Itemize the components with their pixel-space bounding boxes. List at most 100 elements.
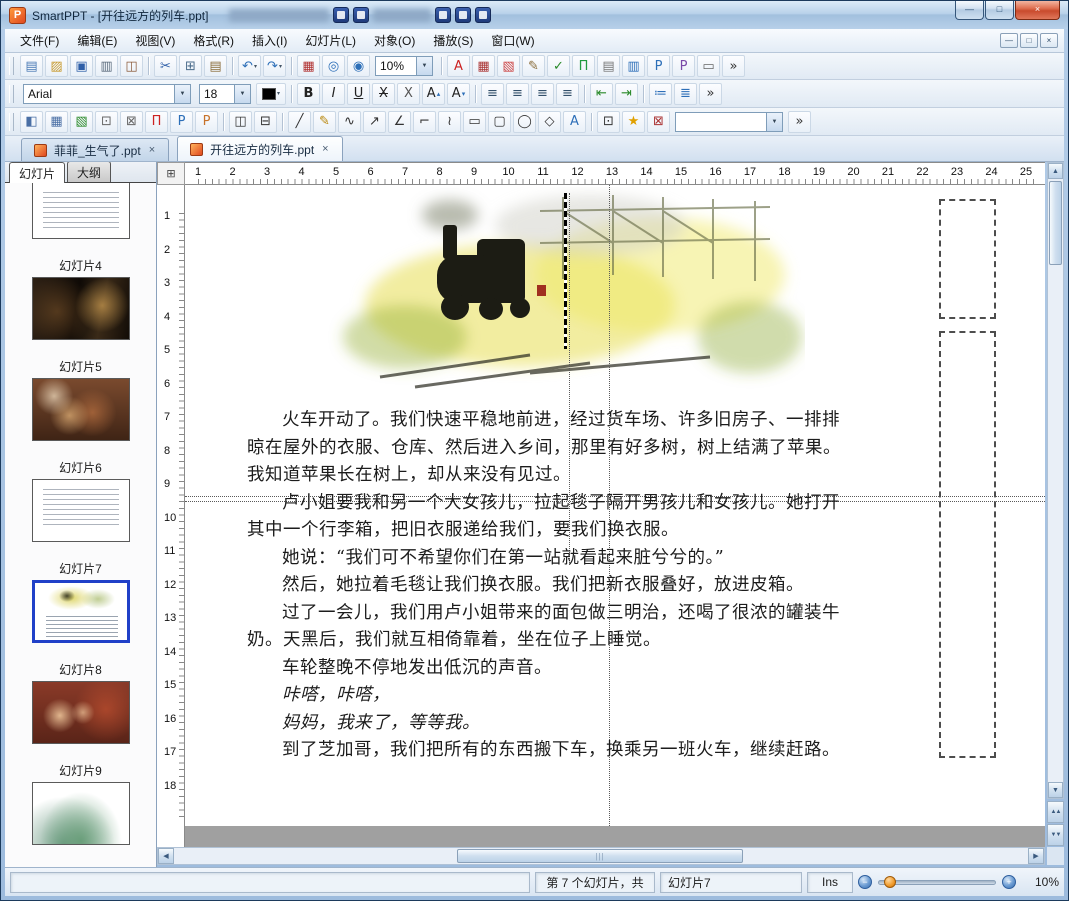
slide-page[interactable]: 火车开动了。我们快速平稳地前进，经过货车场、许多旧房子、一排排晾在屋外的衣服、仓…	[185, 185, 1045, 826]
ime-badge-icon[interactable]	[475, 7, 491, 23]
ime-badge-icon[interactable]	[353, 7, 369, 23]
keyboard-button[interactable]: ▤	[597, 55, 620, 77]
menu-item[interactable]: 幻灯片(L)	[296, 29, 365, 52]
close-button[interactable]: ×	[1015, 1, 1060, 20]
toolbar-overflow-button[interactable]: »	[699, 82, 722, 105]
insert-ole-object-button[interactable]: ⊡	[95, 110, 118, 133]
slide-thumbnail[interactable]	[31, 183, 130, 239]
increase-indent-button[interactable]: ⇥	[615, 82, 638, 105]
toolbar-grip[interactable]	[9, 84, 14, 103]
zoom-out-button[interactable]: −	[858, 875, 872, 889]
presentation-properties-button[interactable]: P	[672, 55, 695, 77]
insert-table-button[interactable]: ▦	[472, 55, 495, 77]
copy-button[interactable]: ⊞	[179, 55, 202, 77]
paste-button[interactable]: ▤	[204, 55, 227, 77]
spelling-button[interactable]: ✓	[547, 55, 570, 77]
ime-badge-icon[interactable]	[333, 7, 349, 23]
slide-thumbnail[interactable]	[31, 277, 130, 340]
draw-polyline-button[interactable]: ∠	[388, 110, 411, 133]
toolbar-overflow-button[interactable]: »	[722, 55, 745, 77]
delete-object-button[interactable]: ⊠	[647, 110, 670, 133]
slide-thumbnail-item[interactable]: 幻灯片5	[5, 358, 156, 441]
maximize-button[interactable]: □	[985, 1, 1014, 20]
draw-line-button[interactable]: ╱	[288, 110, 311, 133]
scroll-down-icon[interactable]: ▼	[1048, 782, 1063, 798]
save-button[interactable]: ▣	[70, 55, 93, 77]
scroll-left-icon[interactable]: ◀	[158, 848, 174, 864]
connector-elbow-button[interactable]: ⌐	[413, 110, 436, 133]
slide-thumbnail[interactable]	[31, 580, 130, 643]
decrease-indent-button[interactable]: ⇤	[590, 82, 613, 105]
insert-slide-button[interactable]: ◧	[20, 110, 43, 133]
title-bar[interactable]: P SmartPPT - [开往远方的列车.ppt] — □ ×	[1, 1, 1068, 29]
slide-thumbnail-list[interactable]: 幻灯片4 幻灯片5 幻灯片6 幻灯片7 幻灯片8 幻灯片9	[5, 183, 156, 867]
format-painter-button[interactable]: ▦	[297, 55, 320, 77]
object-style-combobox[interactable]: ▼	[675, 111, 783, 132]
menu-item[interactable]: 播放(S)	[424, 29, 482, 52]
insert-table-button[interactable]: ▦	[45, 110, 68, 133]
bold-button[interactable]: B	[297, 82, 320, 105]
slide-thumbnail[interactable]	[31, 681, 130, 744]
chevron-down-icon[interactable]: ▾	[279, 63, 282, 70]
document-close-button[interactable]: ×	[1040, 33, 1058, 48]
connector-curved-button[interactable]: ≀	[438, 110, 461, 133]
draw-ellipse-button[interactable]: ◯	[513, 110, 536, 133]
document-tab[interactable]: 菲菲_生气了.ppt ×	[21, 138, 170, 161]
draw-arc-button[interactable]: ∿	[338, 110, 361, 133]
align-left-button[interactable]: ≡	[481, 82, 504, 105]
horizontal-scroll-thumb[interactable]: |||	[457, 849, 743, 863]
close-icon[interactable]: ×	[321, 143, 329, 155]
insert-formula-button[interactable]: Π	[145, 110, 168, 133]
insert-textbox-button[interactable]: A	[563, 110, 586, 133]
slide-thumbnail-item[interactable]: 幻灯片8	[5, 661, 156, 744]
bullets-button[interactable]: ≔	[649, 82, 672, 105]
toolbar-grip[interactable]	[9, 57, 14, 75]
shrink-font-button[interactable]: A ▾	[447, 82, 470, 105]
print-preview-button[interactable]: ◫	[120, 55, 143, 77]
document-tab[interactable]: 开往远方的列车.ppt ×	[177, 136, 343, 161]
vertical-scroll-thumb[interactable]	[1049, 181, 1062, 265]
justify-button[interactable]: ≡	[556, 82, 579, 105]
close-icon[interactable]: ×	[148, 144, 156, 156]
draw-polygon-button[interactable]: ◇	[538, 110, 561, 133]
text-effects-button[interactable]: Π	[572, 55, 595, 77]
redo-button[interactable]: ↷ ▾	[263, 55, 286, 77]
chevron-down-icon[interactable]: ▾	[277, 90, 280, 97]
insert-object-button[interactable]: ⊠	[120, 110, 143, 133]
edit-points-button[interactable]: ✎	[522, 55, 545, 77]
ime-badge-icon[interactable]	[455, 7, 471, 23]
toolbar-overflow-button[interactable]: »	[788, 110, 811, 133]
chevron-down-icon[interactable]: ▼	[766, 112, 782, 131]
undo-button[interactable]: ↶ ▾	[238, 55, 261, 77]
chevron-down-icon[interactable]: ▾	[254, 63, 257, 70]
menu-item[interactable]: 编辑(E)	[68, 29, 126, 52]
layout-split-button[interactable]: ⊟	[254, 110, 277, 133]
new-document-button[interactable]: ▤	[20, 55, 43, 77]
menu-item[interactable]: 插入(I)	[243, 29, 296, 52]
document-restore-button[interactable]: □	[1020, 33, 1038, 48]
slide-thumbnail-item[interactable]: 幻灯片9	[5, 762, 156, 845]
numbering-button[interactable]: ≣	[674, 82, 697, 105]
layout-single-button[interactable]: ◫	[229, 110, 252, 133]
slide-thumbnail[interactable]	[31, 782, 130, 845]
menu-item[interactable]: 文件(F)	[11, 29, 68, 52]
insert-text-frame-button[interactable]: P	[170, 110, 193, 133]
slide-design-button[interactable]: ▧	[497, 55, 520, 77]
menu-item[interactable]: 视图(V)	[126, 29, 184, 52]
scroll-right-icon[interactable]: ▶	[1028, 848, 1044, 864]
shadow-text-button[interactable]: X	[397, 82, 420, 105]
draw-rounded-rectangle-button[interactable]: ▢	[488, 110, 511, 133]
zoom-in-button[interactable]: +	[1002, 875, 1016, 889]
horizontal-scrollbar[interactable]: ◀ ||| ▶	[157, 847, 1045, 865]
font-color-button[interactable]: A	[447, 55, 470, 77]
align-center-button[interactable]: ≡	[506, 82, 529, 105]
draw-freehand-button[interactable]: ✎	[313, 110, 336, 133]
underline-button[interactable]: U	[347, 82, 370, 105]
insert-star-button[interactable]: ★	[622, 110, 645, 133]
chart-button[interactable]: ▥	[622, 55, 645, 77]
italic-button[interactable]: I	[322, 82, 345, 105]
font-color-button[interactable]: ▾	[256, 82, 286, 105]
slide-thumbnail-item[interactable]: 幻灯片6	[5, 459, 156, 542]
slide-thumbnail[interactable]	[31, 479, 130, 542]
zoom-slider-thumb[interactable]	[884, 875, 896, 888]
